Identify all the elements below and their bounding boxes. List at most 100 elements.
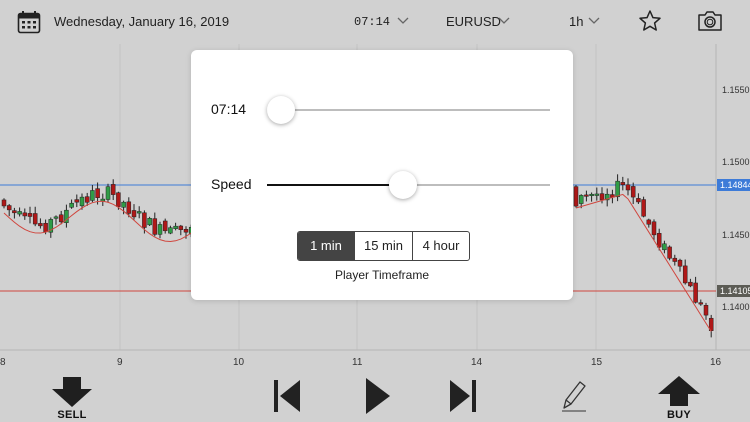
- timeframe-option-1min[interactable]: 1 min: [298, 232, 354, 260]
- x-tick: 8: [0, 357, 6, 368]
- player-popover: 07:14 Speed 1 min 15 min 4 hour Player T…: [191, 50, 573, 300]
- top-bar: Wednesday, January 16, 2019 07:14 EURUSD…: [0, 0, 750, 44]
- camera-icon[interactable]: [697, 9, 723, 38]
- candle: [178, 225, 184, 230]
- candle: [157, 224, 163, 235]
- date-label[interactable]: Wednesday, January 16, 2019: [54, 14, 229, 29]
- y-tick: 1.1450: [722, 230, 750, 240]
- skip-forward-icon[interactable]: [450, 380, 478, 417]
- sell-arrow-icon[interactable]: [52, 377, 92, 412]
- candle: [136, 211, 142, 214]
- play-icon[interactable]: [366, 378, 390, 419]
- y-tick: 1.1500: [722, 157, 750, 167]
- candle: [27, 213, 33, 217]
- candle: [116, 192, 121, 207]
- chevron-down-icon[interactable]: [498, 13, 510, 31]
- timeframe-selector[interactable]: 1h: [569, 14, 583, 29]
- time-selector[interactable]: 07:14: [354, 15, 390, 29]
- candle: [584, 194, 589, 197]
- candle: [69, 202, 74, 208]
- x-tick: 10: [233, 357, 245, 368]
- candle: [677, 259, 683, 267]
- candle: [6, 205, 12, 211]
- candle: [667, 246, 672, 259]
- time-slider-thumb[interactable]: [267, 96, 296, 124]
- blue-price-tag: 1.14844: [717, 179, 750, 191]
- candle: [12, 210, 17, 214]
- candle: [615, 180, 620, 198]
- buy-label[interactable]: BUY: [658, 409, 700, 421]
- candle: [646, 219, 652, 225]
- candle: [74, 199, 80, 203]
- candle: [131, 210, 137, 218]
- candle: [162, 220, 168, 232]
- candle: [84, 196, 90, 203]
- candle: [672, 257, 678, 262]
- sell-label[interactable]: SELL: [52, 409, 92, 421]
- timeframe-option-4hour[interactable]: 4 hour: [412, 232, 469, 260]
- chevron-down-icon[interactable]: [588, 13, 600, 31]
- candle: [599, 193, 605, 201]
- candle: [641, 199, 646, 217]
- candle: [168, 227, 173, 234]
- candle: [152, 218, 158, 235]
- candle: [90, 190, 95, 201]
- candle: [651, 221, 657, 236]
- candle: [630, 186, 636, 198]
- candle: [147, 218, 152, 226]
- candle: [578, 195, 584, 204]
- candle: [79, 196, 85, 207]
- candle: [688, 281, 693, 287]
- x-tick: 9: [117, 357, 123, 368]
- candle: [17, 211, 22, 215]
- candle: [573, 186, 579, 207]
- x-tick: 14: [471, 357, 483, 368]
- skip-back-icon[interactable]: [274, 380, 302, 417]
- x-tick: 11: [352, 357, 363, 368]
- chevron-down-icon[interactable]: [397, 13, 409, 31]
- candle: [22, 212, 28, 217]
- candle: [121, 201, 126, 208]
- candle: [589, 193, 594, 196]
- candle: [656, 233, 662, 248]
- bottom-toolbar: SELL BUY: [0, 372, 750, 422]
- time-slider-track[interactable]: [267, 109, 550, 111]
- candle: [693, 282, 698, 303]
- candle: [38, 223, 43, 227]
- y-tick: 1.1400: [722, 302, 750, 312]
- candle: [636, 198, 641, 203]
- buy-arrow-icon[interactable]: [658, 376, 700, 411]
- red-price-tag: 1.14105: [717, 285, 750, 297]
- candle: [682, 265, 688, 284]
- candle: [32, 213, 38, 225]
- pencil-icon[interactable]: [562, 378, 588, 417]
- candle: [95, 188, 100, 198]
- candle: [173, 225, 178, 229]
- candle: [662, 243, 667, 251]
- candle: [698, 302, 704, 305]
- candle: [126, 201, 132, 214]
- candle: [110, 184, 116, 195]
- timeframe-caption: Player Timeframe: [334, 268, 430, 282]
- candle: [625, 184, 631, 191]
- candle: [1, 199, 7, 207]
- speed-slider-fill: [267, 184, 403, 186]
- candle: [142, 212, 147, 228]
- candle: [105, 186, 111, 200]
- speed-slider-label: Speed: [211, 176, 252, 192]
- candle: [620, 182, 626, 185]
- calendar-icon[interactable]: [17, 10, 41, 39]
- y-tick: 1.1550: [722, 85, 750, 95]
- candle: [58, 214, 64, 223]
- candle: [703, 305, 709, 316]
- x-tick: 15: [591, 357, 603, 368]
- candle: [594, 193, 600, 196]
- timeframe-segmented-control: 1 min 15 min 4 hour: [297, 231, 470, 261]
- candle: [53, 216, 59, 219]
- timeframe-option-15min[interactable]: 15 min: [354, 232, 412, 260]
- x-tick: 16: [710, 357, 722, 368]
- candle: [183, 229, 189, 233]
- symbol-selector[interactable]: EURUSD: [446, 14, 501, 29]
- speed-slider-thumb[interactable]: [388, 171, 417, 199]
- star-icon[interactable]: [638, 9, 662, 38]
